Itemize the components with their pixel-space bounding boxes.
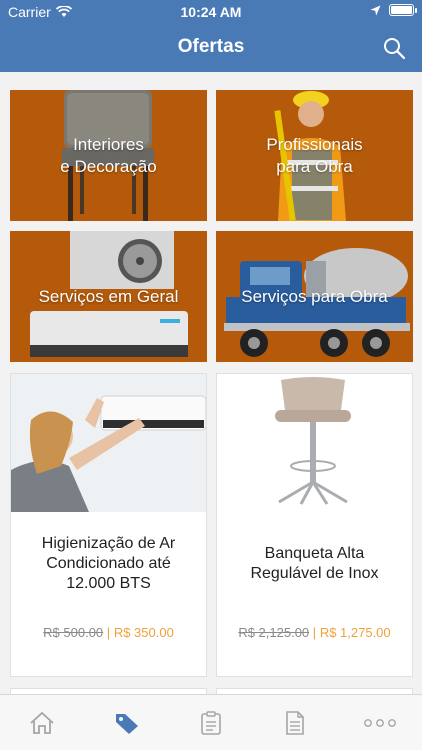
offer-name: Banqueta Alta Regulável de Inox — [250, 545, 379, 582]
offer-image — [217, 374, 412, 512]
tab-documents[interactable] — [253, 695, 337, 750]
category-label: Profissionais para Obra — [266, 134, 363, 176]
offer-card[interactable]: Higienização de Ar Condicionado até 12.0… — [10, 373, 207, 677]
offer-name: Higienização de Ar Condicionado até 12.0… — [41, 535, 176, 592]
nav-bar: Ofertas — [0, 24, 422, 72]
category-label: Interiores e Decoração — [60, 134, 157, 176]
category-label: Serviços para Obra — [241, 286, 388, 306]
offers-content[interactable]: Interiores e Decoração Profissionais par… — [0, 72, 422, 694]
tab-clipboard[interactable] — [169, 695, 253, 750]
offer-card[interactable]: Banqueta Alta Regulável de Inox R$ 2,125… — [216, 373, 413, 677]
battery-icon — [389, 4, 417, 16]
category-profissionais[interactable]: Profissionais para Obra — [216, 90, 413, 221]
clipboard-icon — [201, 710, 221, 735]
ac-cleaning-image — [11, 374, 206, 512]
more-icon — [363, 718, 396, 727]
new-price: R$ 350.00 — [113, 625, 174, 640]
status-bar: Carrier 10:24 AM — [0, 0, 422, 24]
location-arrow-icon — [370, 5, 381, 15]
tab-more[interactable] — [338, 695, 422, 750]
category-label: Serviços em Geral — [38, 286, 179, 306]
tab-offers[interactable] — [84, 695, 168, 750]
tab-bar — [0, 694, 422, 750]
tab-home[interactable] — [0, 695, 84, 750]
page-title: Ofertas — [177, 36, 245, 57]
home-icon — [30, 711, 54, 734]
old-price: R$ 2,125.00 — [238, 625, 310, 640]
tag-icon — [115, 713, 138, 734]
app-screen: Carrier 10:24 AM Ofertas Interiores e De… — [0, 0, 422, 750]
category-interiores[interactable]: Interiores e Decoração — [10, 90, 207, 221]
search-icon[interactable] — [382, 36, 406, 60]
new-price: R$ 1,275.00 — [319, 625, 391, 640]
bar-stool-image — [217, 374, 412, 512]
offer-price: R$ 2,125.00 | R$ 1,275.00 — [217, 625, 412, 640]
offer-image — [11, 374, 206, 512]
status-right — [370, 4, 417, 16]
status-time: 10:24 AM — [180, 4, 242, 20]
old-price: R$ 500.00 — [43, 625, 104, 640]
price-separator: | — [312, 625, 317, 640]
document-icon — [286, 710, 305, 735]
offer-price: R$ 500.00 | R$ 350.00 — [11, 625, 206, 640]
top-bar: Carrier 10:24 AM Ofertas — [0, 0, 422, 72]
category-servicos-geral[interactable]: Serviços em Geral — [10, 231, 207, 362]
category-servicos-obra[interactable]: Serviços para Obra — [216, 231, 413, 362]
price-separator: | — [106, 625, 111, 640]
